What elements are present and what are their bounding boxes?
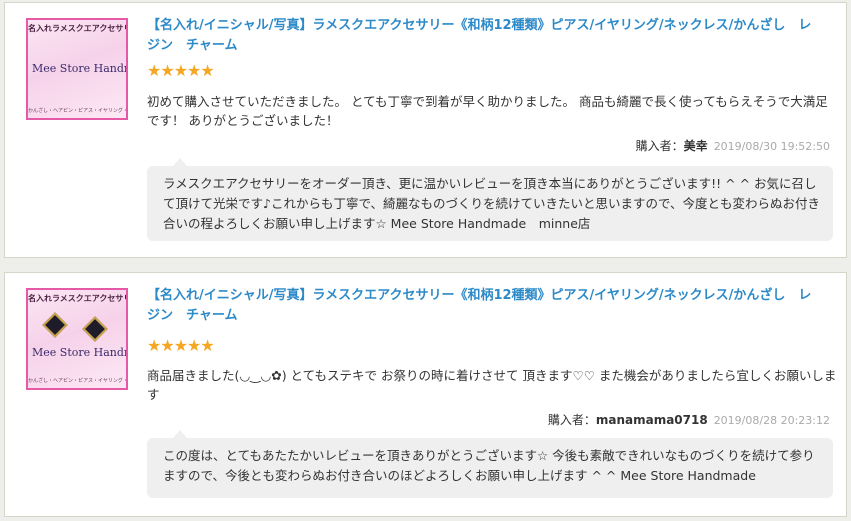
buyer-name: manamama0718 bbox=[595, 413, 708, 427]
product-thumbnail[interactable]: 名入れラメスクエアクセサリー Mee Store Handmade かんざし・ヘ… bbox=[26, 288, 128, 390]
thumbnail-subtitle: かんざし・ヘアピン・ピアス・イヤリング・ネックレス bbox=[28, 108, 128, 114]
product-title-link[interactable]: 【名入れ/イニシャル/写真】ラメスクエアクセサリー《和柄12種類》ピアス/イヤリ… bbox=[147, 286, 815, 326]
review-text: 商品届きました(◡‿◡✿) とてもステキで お祭りの時に着けさせて 頂きます♡♡… bbox=[147, 368, 837, 402]
review-meta: 購入者：manamama0718 2019/08/28 20:23:12 bbox=[548, 411, 830, 428]
thumbnail-subtitle: かんざし・ヘアピン・ピアス・イヤリング・ネックレス bbox=[28, 378, 128, 384]
review-date: 2019/08/28 20:23:12 bbox=[713, 414, 830, 427]
product-thumbnail[interactable]: 名入れラメスクエアクセサリー Mee Store Handmade かんざし・ヘ… bbox=[26, 18, 128, 120]
review-date: 2019/08/30 19:52:50 bbox=[713, 140, 830, 153]
review-card: 名入れラメスクエアクセサリー Mee Store Handmade かんざし・ヘ… bbox=[4, 272, 847, 517]
product-title-link[interactable]: 【名入れ/イニシャル/写真】ラメスクエアクセサリー《和柄12種類》ピアス/イヤリ… bbox=[147, 16, 815, 56]
review-card: 名入れラメスクエアクセサリー Mee Store Handmade かんざし・ヘ… bbox=[4, 2, 847, 258]
reply-text: この度は、とてもあたたかいレビューを頂きありがとうございます☆ 今後も素敵できれ… bbox=[163, 448, 815, 483]
jewel-icon bbox=[82, 316, 108, 342]
thumbnail-brand: Mee Store Handmade bbox=[32, 62, 126, 75]
buyer-name: 美幸 bbox=[683, 139, 708, 153]
seller-reply: ラメスクエアクセサリーをオーダー頂き、更に温かいレビューを頂き本当にありがとうご… bbox=[147, 158, 833, 241]
review-meta: 購入者：美幸 2019/08/30 19:52:50 bbox=[636, 137, 830, 154]
thumbnail-title: 名入れラメスクエアクセサリー bbox=[28, 294, 126, 303]
star-rating: ★★★★★ bbox=[147, 336, 215, 355]
thumbnail-brand: Mee Store Handmade bbox=[32, 346, 126, 359]
seller-reply: この度は、とてもあたたかいレビューを頂きありがとうございます☆ 今後も素敵できれ… bbox=[147, 430, 833, 498]
reply-text: ラメスクエアクセサリーをオーダー頂き、更に温かいレビューを頂き本当にありがとうご… bbox=[163, 176, 820, 231]
star-rating: ★★★★★ bbox=[147, 61, 215, 80]
jewel-icon bbox=[42, 312, 68, 338]
thumbnail-title: 名入れラメスクエアクセサリー bbox=[28, 24, 126, 33]
review-text: 初めて購入させていただきました。 とても丁寧で到着が早く助かりました。 商品も綺… bbox=[147, 94, 828, 128]
buyer-label: 購入者： bbox=[547, 413, 596, 427]
buyer-label: 購入者： bbox=[635, 139, 684, 153]
